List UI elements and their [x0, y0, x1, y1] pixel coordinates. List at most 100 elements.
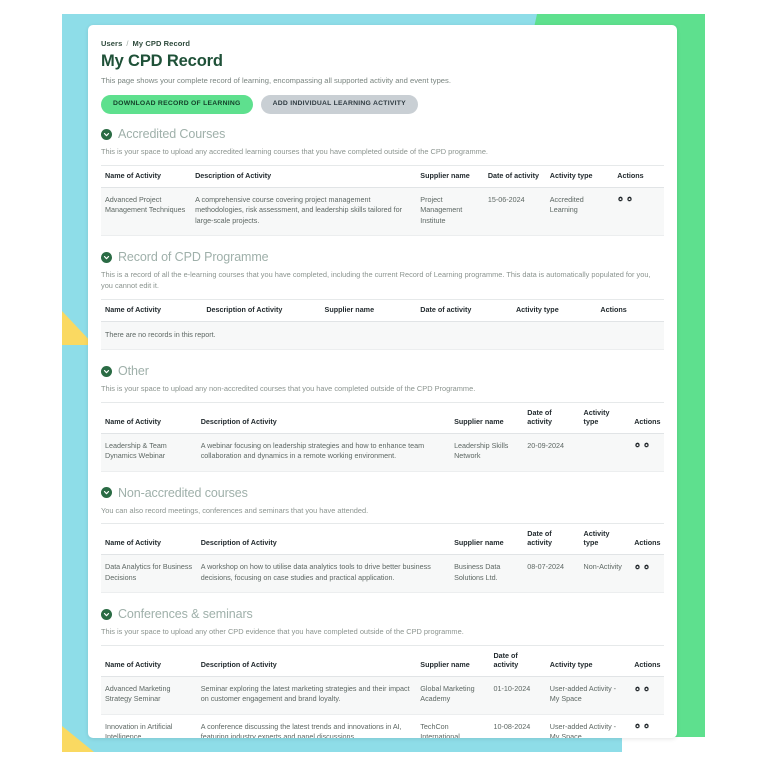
- breadcrumb-current: My CPD Record: [132, 39, 191, 48]
- chevron-down-circle-icon[interactable]: [101, 251, 112, 263]
- section-title: Other: [118, 364, 149, 378]
- empty-message: There are no records in this report.: [101, 321, 664, 351]
- column-header: Date of activity: [523, 401, 580, 434]
- gear-icon-secondary[interactable]: [626, 196, 633, 203]
- cell-supplier: Global Marketing Academy: [416, 676, 490, 715]
- cell-description: A webinar focusing on leadership strateg…: [196, 433, 451, 472]
- section-description: This is your space to upload any accredi…: [101, 147, 488, 157]
- table-other: Name of Activity Description of Activity S…: [101, 401, 664, 472]
- table-row: Advanced Project Management Techniques A …: [101, 187, 664, 237]
- section-header-other[interactable]: Other: [101, 364, 664, 378]
- section-header-accredited-courses[interactable]: Accredited Courses: [101, 127, 664, 141]
- cell-description: A workshop on how to utilise data analyt…: [196, 554, 451, 594]
- gear-icon-primary[interactable]: [634, 685, 641, 693]
- table-header-row: Name of Activity Description of Activity S…: [101, 164, 664, 188]
- table-header-row: Name of Activity Description of Activity S…: [101, 644, 664, 677]
- section-record-of-cpd-programme: Record of CPD Programme This is a record …: [101, 250, 664, 351]
- cell-date: 15-06-2024: [483, 187, 546, 237]
- gear-icon-primary[interactable]: [634, 442, 641, 449]
- gear-icon-primary[interactable]: [634, 564, 641, 571]
- cell-date: 10-08-2024: [489, 714, 546, 738]
- cell-name: Advanced Marketing Strategy Seminar: [101, 676, 197, 715]
- column-header: Activity type: [545, 644, 631, 677]
- column-header: Supplier name: [450, 401, 524, 434]
- cell-name: Advanced Project Management Techniques: [101, 187, 192, 237]
- column-header: Name of Activity: [101, 401, 197, 434]
- section-description: You can also record meetings, conference…: [101, 505, 369, 515]
- cell-actions: [630, 676, 664, 715]
- section-non-accredited-courses: Non-accredited courses You can also recor…: [101, 486, 664, 594]
- cell-description: A conference discussing the latest trend…: [196, 714, 417, 738]
- cell-date: 01-10-2024: [489, 676, 546, 715]
- column-header: Supplier name: [416, 644, 490, 677]
- column-header: Description of Activity: [196, 644, 417, 677]
- table-header-row: Name of Activity Description of Activity S…: [101, 298, 664, 322]
- page-subtitle: This page shows your complete record of …: [101, 76, 451, 85]
- breadcrumb-separator: /: [126, 39, 129, 48]
- cell-name: Innovation in Artificial Intelligence: [101, 714, 197, 738]
- table-non-accredited-courses: Name of Activity Description of Activity S…: [101, 523, 664, 594]
- cell-supplier: Business Data Solutions Ltd.: [450, 554, 524, 594]
- section-description: This is your space to upload any other C…: [101, 627, 464, 637]
- column-header: Description of Activity: [191, 164, 417, 188]
- table-row: Advanced Marketing Strategy Seminar Semin…: [101, 676, 664, 715]
- gear-icon-secondary[interactable]: [643, 442, 650, 449]
- gear-icon-primary[interactable]: [634, 723, 641, 730]
- add-individual-learning-activity-button[interactable]: ADD INDIVIDUAL LEARNING ACTIVITY: [260, 95, 418, 115]
- chevron-down-circle-icon[interactable]: [101, 487, 112, 499]
- download-record-of-learning-button[interactable]: DOWNLOAD RECORD OF LEARNING: [101, 95, 253, 115]
- breadcrumb: Users / My CPD Record: [101, 39, 664, 48]
- column-header: Name of Activity: [101, 298, 203, 322]
- cpd-record-card: Users / My CPD Record My CPD Record This…: [88, 25, 677, 738]
- chevron-down-circle-icon[interactable]: [101, 608, 112, 620]
- table-accredited-courses: Name of Activity Description of Activity S…: [101, 164, 664, 237]
- cell-type: [579, 433, 631, 472]
- section-title: Accredited Courses: [118, 127, 226, 142]
- cell-supplier: Leadership Skills Network: [450, 433, 524, 472]
- column-header: Activity type: [545, 164, 614, 188]
- table-empty-row: There are no records in this report.: [101, 321, 664, 351]
- gear-icon-primary[interactable]: [617, 196, 624, 203]
- table-record-of-cpd-programme: Name of Activity Description of Activity S…: [101, 298, 664, 351]
- section-title: Record of CPD Programme: [118, 250, 269, 265]
- section-other: Other This is your space to upload any no…: [101, 364, 664, 472]
- column-header: Name of Activity: [101, 164, 192, 188]
- cell-type: Non-Activity: [579, 554, 631, 594]
- column-header: Activity type: [579, 523, 631, 556]
- section-description: This is a record of all the e-learning c…: [101, 270, 651, 290]
- cell-name: Data Analytics for Business Decisions: [101, 554, 197, 594]
- sections-container: Accredited Courses This is your space to …: [101, 127, 664, 738]
- section-header-non-accredited-courses[interactable]: Non-accredited courses: [101, 486, 664, 500]
- column-header: Date of activity: [416, 298, 512, 322]
- cell-description: Seminar exploring the latest marketing s…: [196, 676, 417, 715]
- column-header: Date of activity: [489, 644, 546, 677]
- cell-type: Accredited Learning: [545, 187, 614, 237]
- cell-actions: [630, 433, 664, 472]
- column-header: Name of Activity: [101, 644, 197, 677]
- column-header: Actions: [630, 401, 664, 434]
- table-row: Leadership & Team Dynamics Webinar A webi…: [101, 433, 664, 472]
- table-conferences-seminars: Name of Activity Description of Activity S…: [101, 644, 664, 738]
- section-header-record-of-cpd-programme[interactable]: Record of CPD Programme: [101, 250, 664, 264]
- table-row: Innovation in Artificial Intelligence A c…: [101, 714, 664, 738]
- chevron-down-circle-icon[interactable]: [101, 128, 112, 140]
- chevron-down-circle-icon[interactable]: [101, 365, 112, 377]
- section-header-conferences-seminars[interactable]: Conferences & seminars: [101, 607, 664, 621]
- section-title: Conferences & seminars: [118, 607, 253, 622]
- page-canvas: Users / My CPD Record My CPD Record This…: [0, 0, 768, 768]
- cell-date: 20-09-2024: [523, 433, 580, 472]
- gear-icon-secondary[interactable]: [643, 685, 650, 693]
- column-header: Date of activity: [483, 164, 546, 188]
- column-header: Supplier name: [450, 523, 524, 556]
- cell-actions: [630, 714, 664, 738]
- page-title: My CPD Record: [101, 52, 223, 70]
- section-title: Non-accredited courses: [118, 485, 248, 500]
- gear-icon-secondary[interactable]: [643, 564, 650, 571]
- gear-icon-secondary[interactable]: [643, 723, 650, 730]
- cell-actions: [630, 554, 664, 594]
- column-header: Activity type: [579, 401, 631, 434]
- section-accredited-courses: Accredited Courses This is your space to …: [101, 127, 664, 237]
- column-header: Actions: [596, 298, 664, 322]
- breadcrumb-link-users[interactable]: Users: [101, 39, 122, 48]
- table-header-row: Name of Activity Description of Activity S…: [101, 401, 664, 434]
